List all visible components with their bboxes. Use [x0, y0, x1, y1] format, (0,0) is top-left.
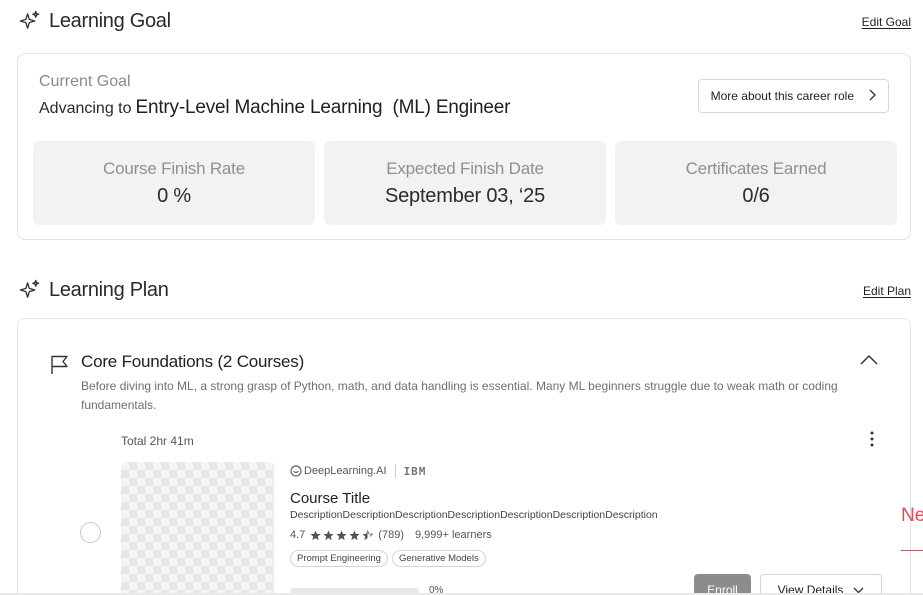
- more-vertical-icon[interactable]: [870, 431, 874, 452]
- course-tag[interactable]: Generative Models: [391, 550, 486, 567]
- learning-plan-header: Learning Plan Edit Plan: [18, 279, 911, 302]
- edit-goal-link[interactable]: Edit Goal: [862, 15, 911, 29]
- goal-stats: Course Finish Rate 0 % Expected Finish D…: [33, 141, 897, 225]
- sparkle-icon: [18, 279, 41, 302]
- learning-goal-header: Learning Goal Edit Goal: [18, 10, 911, 33]
- course-title[interactable]: Course Title: [290, 490, 370, 507]
- goal-role: Entry-Level Machine Learning (ML) Engine…: [135, 97, 511, 118]
- stat-expected-finish-date: Expected Finish Date September 03, ‘25: [324, 141, 606, 225]
- course-tag[interactable]: Prompt Engineering: [290, 550, 388, 567]
- module-description: Before diving into ML, a strong grasp of…: [81, 379, 838, 412]
- current-goal-label: Current Goal: [39, 73, 131, 90]
- career-role-button-label: More about this career role: [710, 89, 854, 103]
- stat-value: 0/6: [742, 184, 770, 207]
- edit-plan-link[interactable]: Edit Plan: [863, 284, 911, 298]
- ibm-logo: IBM: [403, 464, 427, 478]
- rating-stars: [310, 529, 374, 541]
- star-icon: [323, 529, 334, 540]
- learning-plan-title-wrap: Learning Plan: [18, 279, 169, 302]
- new-badge-underline: [901, 550, 923, 551]
- career-role-button[interactable]: More about this career role: [697, 79, 889, 113]
- enroll-button[interactable]: Enroll: [694, 574, 751, 595]
- provider-divider: [394, 464, 396, 478]
- course-description: DescriptionDescriptionDescriptionDescrip…: [290, 509, 658, 521]
- review-count: (789): [378, 529, 404, 541]
- stat-label: Certificates Earned: [685, 158, 827, 178]
- sparkle-icon: [18, 10, 41, 33]
- goal-prefix: Advancing to: [39, 100, 132, 117]
- provider-name: DeepLearning.AI: [304, 465, 387, 477]
- learner-count: 9,999+ learners: [414, 529, 492, 541]
- plan-card: Core Foundations (2 Courses) Before divi…: [17, 318, 911, 595]
- stat-course-finish-rate: Course Finish Rate 0 %: [33, 141, 315, 225]
- stat-value: September 03, ‘25: [384, 184, 546, 207]
- view-details-button[interactable]: View Details: [760, 574, 882, 595]
- goal-card: Current Goal Advancing to Entry-Level Ma…: [17, 53, 911, 240]
- half-star-icon: [362, 529, 374, 540]
- star-icon: [336, 529, 347, 540]
- course-thumbnail[interactable]: [121, 462, 274, 595]
- star-icon: [349, 529, 360, 540]
- rating-value: 4.7: [290, 529, 306, 541]
- stat-label: Course Finish Rate: [103, 158, 245, 178]
- course-rating: 4.7 (789) 9,999+ learners: [290, 529, 492, 541]
- learning-plan-title: Learning Plan: [49, 279, 169, 301]
- new-badge[interactable]: Ne: [901, 505, 923, 527]
- chevron-up-icon[interactable]: [860, 352, 878, 370]
- star-icon: [310, 529, 321, 540]
- stat-value: 0 %: [157, 184, 191, 207]
- deeplearning-logo: DeepLearning.AI: [290, 465, 387, 477]
- module-title: Core Foundations (2 Courses): [81, 352, 305, 371]
- goal-line: Advancing to Entry-Level Machine Learnin…: [39, 97, 510, 119]
- course-tags: Prompt Engineering Generative Models: [290, 550, 486, 567]
- module-total-time: Total 2hr 41m: [121, 434, 194, 448]
- course-select-radio[interactable]: [80, 522, 101, 543]
- chevron-right-icon: [868, 89, 876, 104]
- learning-goal-title: Learning Goal: [49, 10, 171, 32]
- learning-goal-title-wrap: Learning Goal: [18, 10, 171, 33]
- stat-certificates-earned: Certificates Earned 0/6: [615, 141, 897, 225]
- flag-icon: [50, 354, 70, 380]
- stat-label: Expected Finish Date: [386, 158, 544, 178]
- course-providers: DeepLearning.AI IBM: [290, 464, 426, 478]
